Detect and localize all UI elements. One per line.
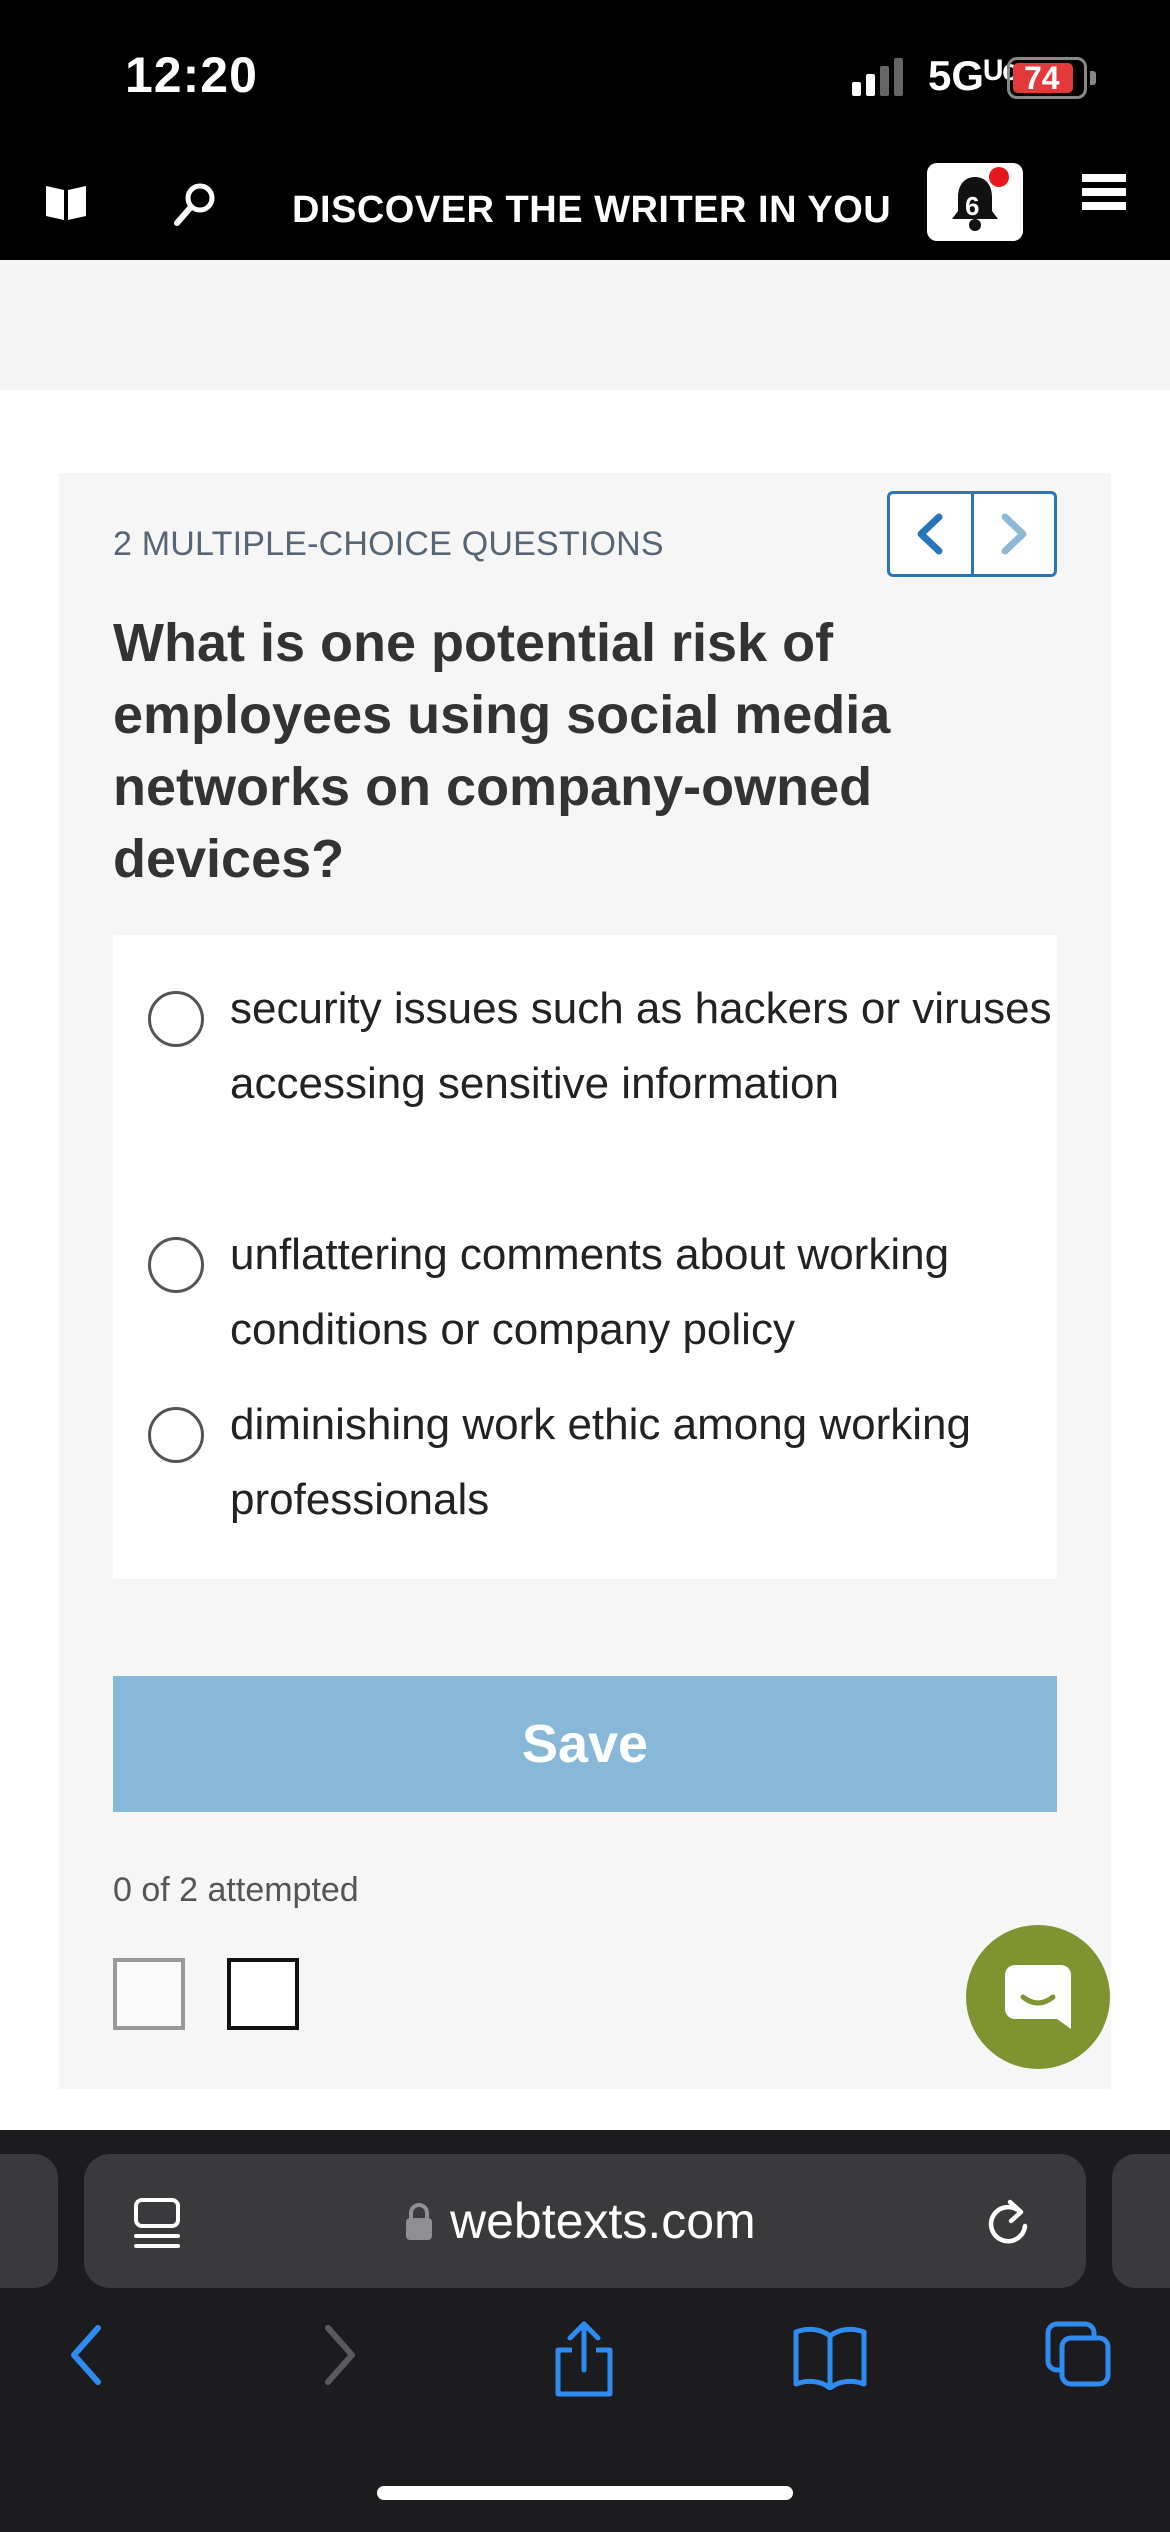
status-time: 12:20: [125, 47, 258, 103]
network-label: 5Gᵁᶜ: [928, 52, 1019, 99]
signal-icon: [852, 58, 903, 96]
chat-button[interactable]: [966, 1925, 1110, 2069]
previous-tab-preview[interactable]: [0, 2154, 58, 2288]
notification-dot: [989, 167, 1009, 187]
hamburger-menu-icon[interactable]: [1082, 174, 1126, 216]
question-progress-box-2[interactable]: [227, 1958, 299, 2030]
radio-button[interactable]: [148, 1237, 204, 1293]
page-menu-icon[interactable]: [132, 2196, 182, 2257]
quiz-heading: 2 MULTIPLE-CHOICE QUESTIONS: [113, 525, 664, 563]
forward-icon[interactable]: [320, 2320, 360, 2395]
browser-chrome: webtexts.com: [0, 2130, 1170, 2532]
chevron-left-icon: [917, 513, 943, 555]
notification-count: 6: [965, 191, 980, 221]
back-icon[interactable]: [66, 2320, 106, 2395]
chat-icon: [1005, 1965, 1071, 2029]
lock-icon: [404, 2202, 434, 2247]
book-icon[interactable]: [44, 182, 88, 227]
radio-button[interactable]: [148, 991, 204, 1047]
save-button[interactable]: Save: [113, 1676, 1057, 1812]
tabs-icon[interactable]: [1044, 2320, 1114, 2395]
question-progress-box-1[interactable]: [113, 1958, 185, 2030]
previous-question-button[interactable]: [890, 494, 971, 574]
option-label: unflattering comments about working cond…: [230, 1230, 950, 1354]
next-tab-preview[interactable]: [1112, 2154, 1170, 2288]
bookmarks-icon[interactable]: [792, 2320, 868, 2395]
reload-icon[interactable]: [984, 2196, 1032, 2253]
question-text: What is one potential risk of employees …: [113, 613, 891, 889]
search-icon[interactable]: [172, 182, 218, 233]
home-indicator[interactable]: [377, 2486, 793, 2500]
attempt-status: 0 of 2 attempted: [113, 1871, 359, 1909]
notifications-button[interactable]: 6: [927, 163, 1023, 241]
next-question-button[interactable]: [970, 494, 1055, 574]
quiz-card: 2 MULTIPLE-CHOICE QUESTIONS What is one …: [59, 473, 1111, 2089]
question-pager: [887, 491, 1057, 577]
banner-placeholder: [0, 260, 1170, 390]
url-text[interactable]: webtexts.com: [450, 2192, 756, 2250]
chevron-right-icon: [1001, 513, 1027, 555]
share-icon[interactable]: [552, 2320, 616, 2403]
site-title[interactable]: DISCOVER THE WRITER IN YOU: [292, 178, 891, 242]
battery-level: 74: [1024, 60, 1060, 96]
battery-icon: 74: [1007, 57, 1096, 99]
address-bar[interactable]: webtexts.com: [84, 2154, 1086, 2288]
radio-button[interactable]: [148, 1407, 204, 1463]
answer-options: security issues such as hackers or virus…: [113, 935, 1057, 1579]
option-label: security issues such as hackers or virus…: [230, 984, 1052, 1108]
option-label: diminishing work ethic among working pro…: [230, 1400, 971, 1524]
top-nav: DISCOVER THE WRITER IN YOU 6: [0, 160, 1170, 260]
status-bar: 12:20 5Gᵁᶜ 74: [0, 0, 1170, 160]
